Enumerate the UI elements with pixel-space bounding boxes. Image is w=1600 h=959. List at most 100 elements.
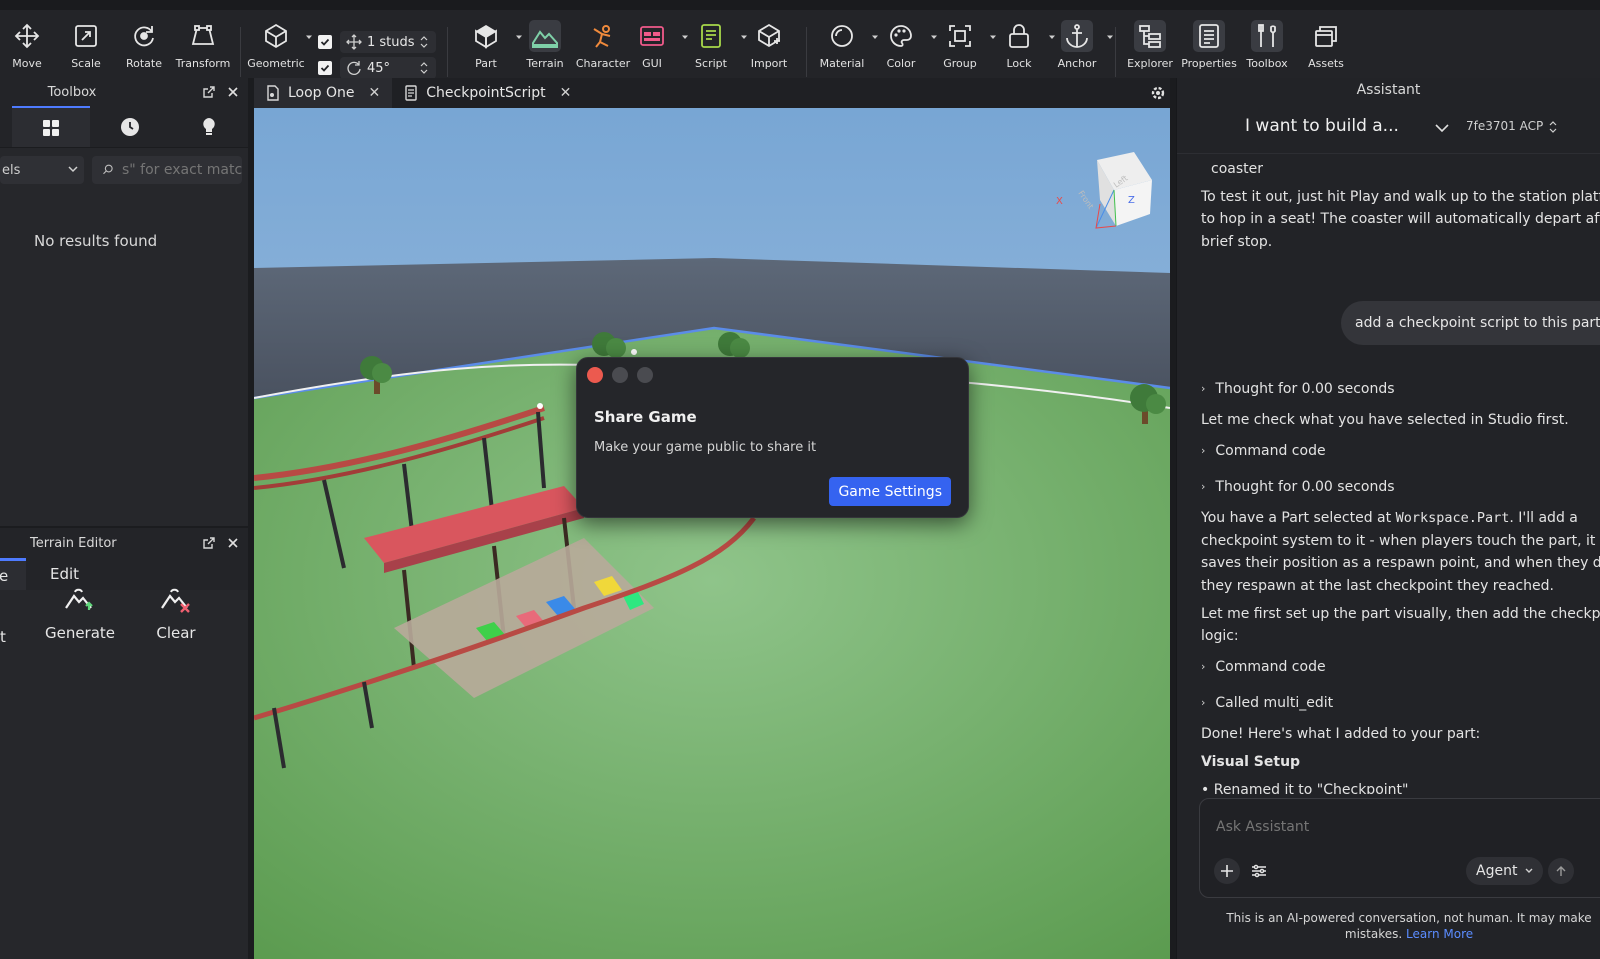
part-button[interactable]: Part <box>457 20 522 78</box>
thought-toggle[interactable]: › Thought for 0.00 seconds <box>1201 378 1395 401</box>
command-code-toggle[interactable]: › Command code <box>1201 656 1326 679</box>
search-input[interactable] <box>122 162 242 178</box>
gui-button[interactable]: GUI <box>623 20 688 78</box>
toolbox-filter-bar: els <box>0 148 248 192</box>
stepper-icon[interactable] <box>420 34 428 50</box>
stepper-icon[interactable] <box>1549 119 1557 135</box>
tab-creations[interactable] <box>169 106 248 147</box>
game-settings-button[interactable]: Game Settings <box>829 477 951 506</box>
tab-loop-one-label: Loop One <box>288 85 355 101</box>
toolbox-search[interactable] <box>92 156 242 184</box>
tool-import-label[interactable]: t <box>0 628 6 646</box>
message-text: Let me check what you have selected in S… <box>1201 412 1569 428</box>
import-icon <box>753 20 785 52</box>
chevron-down-icon[interactable] <box>1435 124 1449 133</box>
agent-mode-dropdown[interactable]: Agent <box>1466 857 1544 885</box>
toolbox-panel: Toolbox els No results found <box>0 78 248 526</box>
script-button[interactable]: Script <box>682 20 747 78</box>
tab-loop-one[interactable]: Loop One ✕ <box>254 78 393 108</box>
chevron-right-icon: › <box>1201 444 1206 457</box>
model-selector[interactable]: 7fe3701 ACP <box>1466 119 1543 133</box>
chevron-right-icon: › <box>1201 660 1206 673</box>
popout-icon[interactable] <box>202 536 216 550</box>
color-button[interactable]: Color <box>872 20 937 78</box>
gear-icon[interactable] <box>1150 85 1166 101</box>
tab-marketplace[interactable] <box>12 106 90 147</box>
close-icon[interactable]: ✕ <box>560 85 572 101</box>
anchor-icon <box>1061 20 1093 52</box>
3d-viewport[interactable]: X Z Front Left <box>254 108 1170 959</box>
group-button[interactable]: Group <box>931 20 996 78</box>
message-text: Done! Here's what I added to your part: <box>1201 726 1481 742</box>
explorer-button[interactable]: Explorer <box>1121 20 1179 78</box>
tab-spacer <box>0 106 12 147</box>
tab-create[interactable]: e <box>0 558 26 590</box>
conversation-title[interactable]: I want to build a... <box>1245 116 1399 136</box>
clear-tool[interactable]: Clear <box>141 586 211 642</box>
toolbox-button[interactable]: Toolbox <box>1238 20 1296 78</box>
chevron-down-icon <box>306 35 312 39</box>
thought-label: Thought for 0.00 seconds <box>1215 479 1395 495</box>
track-node <box>631 349 637 355</box>
transform-tool-button[interactable]: Transform <box>174 20 232 78</box>
toolbox-icon <box>1251 20 1283 52</box>
close-button[interactable] <box>587 367 603 383</box>
maximize-button[interactable] <box>637 367 653 383</box>
learn-more-link[interactable]: Learn More <box>1406 927 1473 941</box>
move-tool-button[interactable]: Move <box>0 20 56 78</box>
popout-icon[interactable] <box>202 85 216 99</box>
material-button[interactable]: Material <box>813 20 878 78</box>
tab-checkpoint-script[interactable]: CheckpointScript ✕ <box>392 78 583 108</box>
send-button[interactable] <box>1548 858 1574 884</box>
ask-assistant-input[interactable] <box>1216 819 1456 835</box>
add-attachment-button[interactable] <box>1214 858 1240 884</box>
move-snap-checkbox[interactable] <box>318 35 332 49</box>
stepper-icon[interactable] <box>420 60 428 76</box>
message-text: saves their position as a respawn point,… <box>1201 555 1600 571</box>
terrain-button[interactable]: Terrain <box>516 20 574 78</box>
terrain-icon <box>529 20 561 52</box>
part-cube-icon <box>470 20 502 52</box>
move-snap-field[interactable]: 1 studs <box>340 31 436 53</box>
clock-icon <box>120 117 139 136</box>
category-dropdown[interactable]: els <box>0 156 84 184</box>
transform-label: Transform <box>175 57 231 70</box>
toolbox-title: Toolbox <box>47 84 97 100</box>
import-button[interactable]: Import <box>740 20 798 78</box>
clear-terrain-icon <box>161 588 190 613</box>
axis-z-label: Z <box>1128 195 1135 206</box>
close-icon[interactable] <box>226 536 240 550</box>
tool-call-toggle[interactable]: › Called multi_edit <box>1201 692 1333 715</box>
rotate-tool-button[interactable]: Rotate <box>115 20 173 78</box>
close-icon[interactable]: ✕ <box>369 85 381 101</box>
category-value: els <box>2 162 21 178</box>
close-icon[interactable] <box>226 85 240 99</box>
command-code-toggle[interactable]: › Command code <box>1201 440 1326 463</box>
user-message-bubble: add a checkpoint script to this part <box>1341 301 1600 345</box>
settings-sliders-button[interactable] <box>1246 858 1272 884</box>
tab-recent[interactable] <box>90 106 169 147</box>
place-file-icon <box>267 85 279 101</box>
assistant-panel: Assistant I want to build a... 7fe3701 A… <box>1176 78 1600 959</box>
command-code-label: Command code <box>1215 659 1326 675</box>
generate-tool[interactable]: Generate <box>45 586 115 642</box>
rotate-snap-field[interactable]: 45° <box>340 57 436 79</box>
thought-label: Thought for 0.00 seconds <box>1215 381 1395 397</box>
assets-button[interactable]: Assets <box>1297 20 1355 78</box>
rotate-icon <box>347 61 361 75</box>
geometric-dropdown[interactable]: Geometric <box>247 20 312 78</box>
properties-button[interactable]: Properties <box>1180 20 1238 78</box>
chevron-down-icon <box>1525 868 1533 873</box>
tab-checkpoint-script-label: CheckpointScript <box>426 85 546 101</box>
message-text: coaster <box>1211 161 1263 177</box>
anchor-button[interactable]: Anchor <box>1048 20 1113 78</box>
script-label: Script <box>695 57 727 70</box>
tab-edit[interactable]: Edit <box>50 565 79 583</box>
thought-toggle[interactable]: › Thought for 0.00 seconds <box>1201 476 1395 499</box>
minimize-button[interactable] <box>612 367 628 383</box>
message-text-part: . I'll add a <box>1509 510 1578 526</box>
lock-button[interactable]: Lock <box>990 20 1055 78</box>
rotate-snap-checkbox[interactable] <box>318 61 332 75</box>
scale-tool-button[interactable]: Scale <box>57 20 115 78</box>
dialog-title: Share Game <box>594 408 697 426</box>
